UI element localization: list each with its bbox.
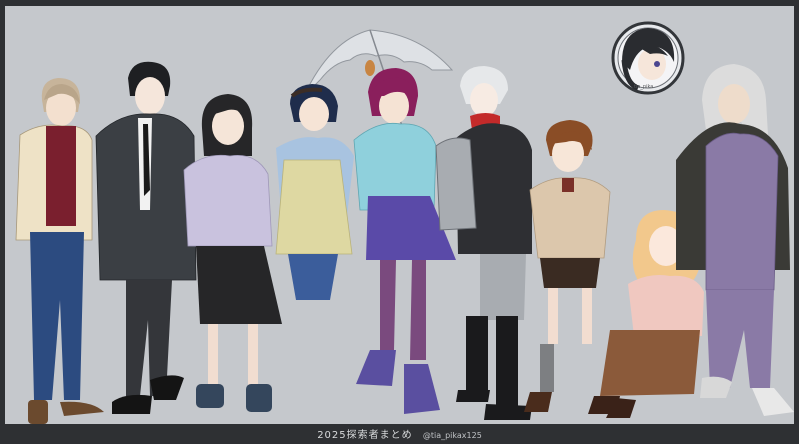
illustration-canvas: tia_pika 2025探索者まとめ @tia_pikax125 xyxy=(0,0,799,444)
top-frame xyxy=(0,0,799,6)
figure-umbrella-girl xyxy=(275,84,354,300)
figure-teal-sweater-girl xyxy=(353,68,456,414)
figure-dark-coat-man xyxy=(95,61,197,414)
avatar-badge xyxy=(611,21,685,95)
figure-backpack-man xyxy=(435,66,532,420)
figure-lavender-sweater-girl xyxy=(183,94,282,412)
right-frame xyxy=(794,0,799,444)
avatar-signature: tia_pika xyxy=(634,84,653,90)
figure-suspenders-boy xyxy=(524,120,611,412)
artist-handle: @tia_pikax125 xyxy=(422,431,482,440)
character-lineup: tia_pika xyxy=(15,21,794,424)
caption: 2025探索者まとめ @tia_pikax125 xyxy=(0,426,799,441)
figure-cream-cardigan-man xyxy=(15,78,104,424)
caption-title: 2025探索者まとめ xyxy=(317,430,413,441)
left-frame xyxy=(0,0,5,444)
